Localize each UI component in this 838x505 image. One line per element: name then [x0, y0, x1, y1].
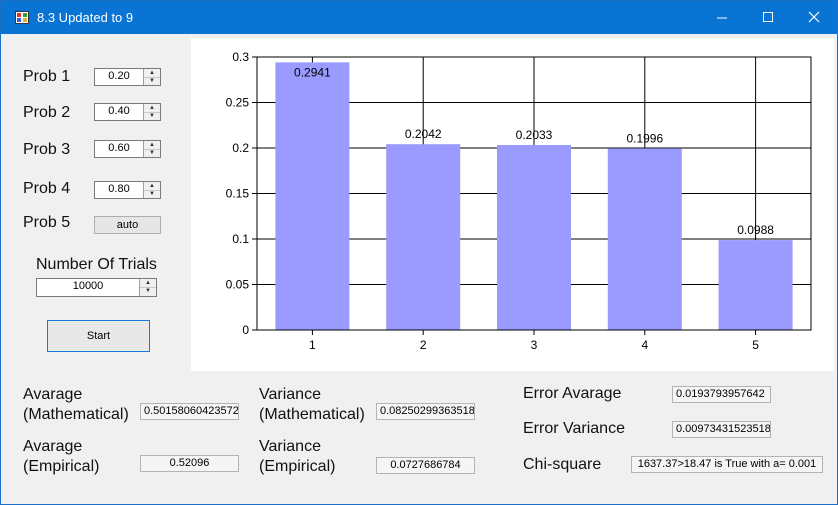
start-button[interactable]: Start: [47, 320, 150, 352]
prob1-stepper[interactable]: 0.20 ▲ ▼: [94, 68, 161, 86]
data-label: 0.2042: [405, 127, 442, 141]
prob3-stepper[interactable]: 0.60 ▲ ▼: [94, 140, 161, 158]
x-tick-label: 5: [752, 338, 759, 352]
spin-down-icon[interactable]: ▼: [144, 149, 160, 157]
prob2-stepper[interactable]: 0.40 ▲ ▼: [94, 103, 161, 121]
trials-value[interactable]: 10000: [37, 280, 139, 292]
prob1-arrows[interactable]: ▲ ▼: [143, 69, 160, 85]
error-avg-label: Error Avarage: [523, 385, 622, 402]
client-area: Prob 1 0.20 ▲ ▼ Prob 2 0.40 ▲ ▼ Prob 3 0…: [1, 34, 837, 504]
trials-arrows[interactable]: ▲ ▼: [139, 279, 156, 296]
bar-chart: 0 0.05 0.1 0.15 0.2 0.25 0.3 0.2941 0.2042 0.2033…: [226, 50, 812, 352]
prob5-label: Prob 5: [23, 214, 71, 231]
minimize-button[interactable]: [699, 1, 745, 34]
prob3-value[interactable]: 0.60: [95, 142, 143, 154]
var-emp-label-line2: (Empirical): [259, 458, 336, 475]
bar-5: [718, 240, 793, 330]
avg-math-label-line1: Avarage: [23, 386, 83, 403]
prob1-value[interactable]: 0.20: [95, 70, 143, 82]
var-emp-field[interactable]: 0.0727686784: [376, 457, 475, 474]
prob4-value[interactable]: 0.80: [95, 183, 143, 195]
var-math-field[interactable]: 0.08250299363518: [376, 403, 475, 420]
var-emp-label: Variance (Empirical): [259, 437, 335, 477]
y-tick-label: 0.3: [232, 50, 249, 64]
chart-panel: 0 0.05 0.1 0.15 0.2 0.25 0.3 0.2941 0.2042 0.2033…: [191, 38, 834, 371]
var-math-label: Variance (Mathematical): [259, 385, 365, 425]
prob3-label: Prob 3: [23, 141, 71, 158]
bar-3: [497, 144, 571, 330]
prob4-stepper[interactable]: 0.80 ▲ ▼: [94, 181, 161, 199]
prob4-label: Prob 4: [23, 180, 71, 197]
prob2-value[interactable]: 0.40: [95, 105, 143, 117]
avg-math-label-line2: (Mathematical): [23, 406, 129, 423]
error-avg-field[interactable]: 0.0193793957642: [672, 386, 771, 403]
avg-emp-label: Avarage (Empirical): [23, 437, 99, 477]
minimize-icon: [717, 17, 727, 19]
prob3-arrows[interactable]: ▲ ▼: [143, 141, 160, 157]
spin-down-icon[interactable]: ▼: [140, 287, 156, 296]
avg-emp-field[interactable]: 0.52096: [140, 455, 239, 472]
close-icon: [808, 11, 820, 23]
avg-math-label: Avarage (Mathematical): [23, 385, 129, 425]
x-tick-label: 3: [531, 338, 538, 352]
maximize-icon: [763, 12, 773, 22]
prob4-arrows[interactable]: ▲ ▼: [143, 182, 160, 198]
x-tick-label: 1: [309, 338, 316, 352]
error-var-field[interactable]: 0.00973431523518: [672, 421, 771, 438]
prob2-arrows[interactable]: ▲ ▼: [143, 104, 160, 120]
prob2-label: Prob 2: [23, 104, 71, 121]
x-tick-label: 4: [641, 338, 648, 352]
y-tick-label: 0.15: [226, 187, 250, 201]
spin-down-icon[interactable]: ▼: [144, 190, 160, 198]
prob1-label: Prob 1: [23, 68, 71, 85]
var-math-label-line1: Variance: [259, 386, 321, 403]
maximize-button[interactable]: [745, 1, 791, 34]
y-tick-label: 0.25: [226, 96, 250, 110]
y-tick-label: 0.1: [232, 232, 249, 246]
var-math-label-line2: (Mathematical): [259, 406, 365, 423]
bar-2: [386, 144, 461, 330]
data-label: 0.2941: [294, 65, 331, 79]
trials-label: Number Of Trials: [36, 256, 157, 273]
y-tick-label: 0.05: [226, 278, 250, 292]
bar-1: [275, 62, 350, 331]
prob5-auto-button[interactable]: auto: [94, 216, 161, 234]
spin-down-icon[interactable]: ▼: [144, 112, 160, 120]
app-icon: [15, 11, 29, 24]
data-label: 0.1996: [626, 131, 663, 145]
trials-stepper[interactable]: 10000 ▲ ▼: [36, 278, 157, 297]
x-tick-label: 2: [420, 338, 427, 352]
window-title: 8.3 Updated to 9: [37, 10, 134, 25]
chi-square-label: Chi-square: [523, 456, 602, 473]
spin-down-icon[interactable]: ▼: [144, 77, 160, 85]
var-emp-label-line1: Variance: [259, 438, 321, 455]
error-var-label: Error Variance: [523, 420, 625, 437]
chi-square-field[interactable]: 1637.37>18.47 is True with a= 0.001: [631, 456, 823, 473]
close-button[interactable]: [791, 1, 837, 34]
data-label: 0.2033: [516, 128, 553, 142]
bar-4: [607, 148, 682, 330]
avg-emp-label-line1: Avarage: [23, 438, 83, 455]
y-tick-label: 0: [242, 323, 249, 337]
y-tick-label: 0.2: [232, 141, 249, 155]
app-window: 8.3 Updated to 9 Prob 1 0.20 ▲ ▼ Prob 2 …: [0, 0, 838, 505]
title-bar[interactable]: 8.3 Updated to 9: [1, 1, 837, 34]
data-label: 0.0988: [737, 223, 774, 237]
avg-emp-label-line2: (Empirical): [23, 458, 100, 475]
avg-math-field[interactable]: 0.50158060423572: [140, 403, 239, 420]
